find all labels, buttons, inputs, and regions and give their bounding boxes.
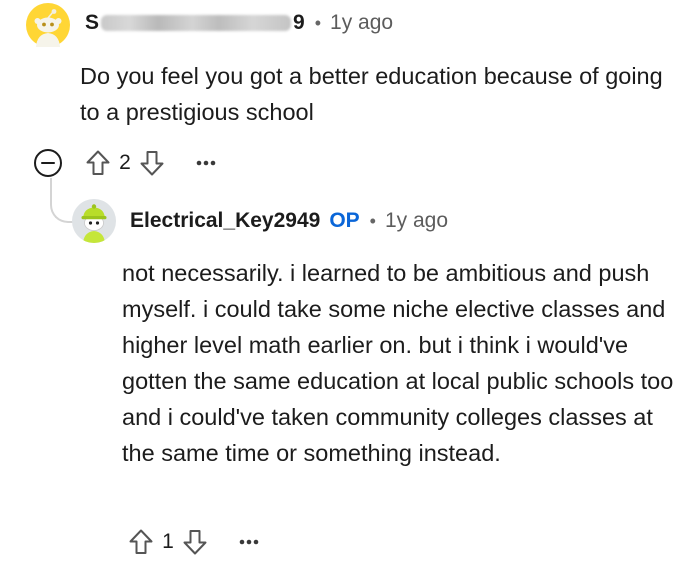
username-start[interactable]: S bbox=[85, 11, 99, 35]
downvote-icon[interactable] bbox=[139, 149, 165, 177]
vote-count: 1 bbox=[162, 530, 174, 553]
more-options-icon[interactable] bbox=[238, 538, 260, 546]
reply-actions: 1 bbox=[128, 525, 260, 559]
user-avatar[interactable] bbox=[72, 199, 116, 243]
more-options-icon[interactable] bbox=[195, 159, 217, 167]
downvote-icon[interactable] bbox=[182, 528, 208, 556]
separator-dot: • bbox=[314, 12, 322, 33]
upvote-icon[interactable] bbox=[128, 528, 154, 556]
username-redaction bbox=[101, 15, 292, 31]
reply-body: not necessarily. i learned to be ambitio… bbox=[122, 260, 674, 466]
separator-dot: • bbox=[369, 210, 376, 231]
username-end[interactable]: 9 bbox=[293, 11, 305, 35]
comment-body: Do you feel you got a better education b… bbox=[80, 63, 663, 125]
user-avatar[interactable] bbox=[26, 3, 70, 47]
comment-header: S 9 • 1y ago bbox=[85, 8, 393, 38]
reply-header: Electrical_Key2949 OP • 1y ago bbox=[130, 206, 448, 236]
username[interactable]: Electrical_Key2949 bbox=[130, 209, 320, 233]
collapse-icon[interactable] bbox=[33, 148, 63, 178]
thread-line bbox=[50, 178, 74, 223]
comment-actions: 2 bbox=[85, 146, 217, 180]
reply-timestamp: 1y ago bbox=[384, 209, 449, 232]
comment-timestamp: 1y ago bbox=[330, 11, 394, 34]
vote-count: 2 bbox=[119, 151, 131, 174]
op-badge: OP bbox=[329, 209, 360, 232]
upvote-icon[interactable] bbox=[85, 149, 111, 177]
